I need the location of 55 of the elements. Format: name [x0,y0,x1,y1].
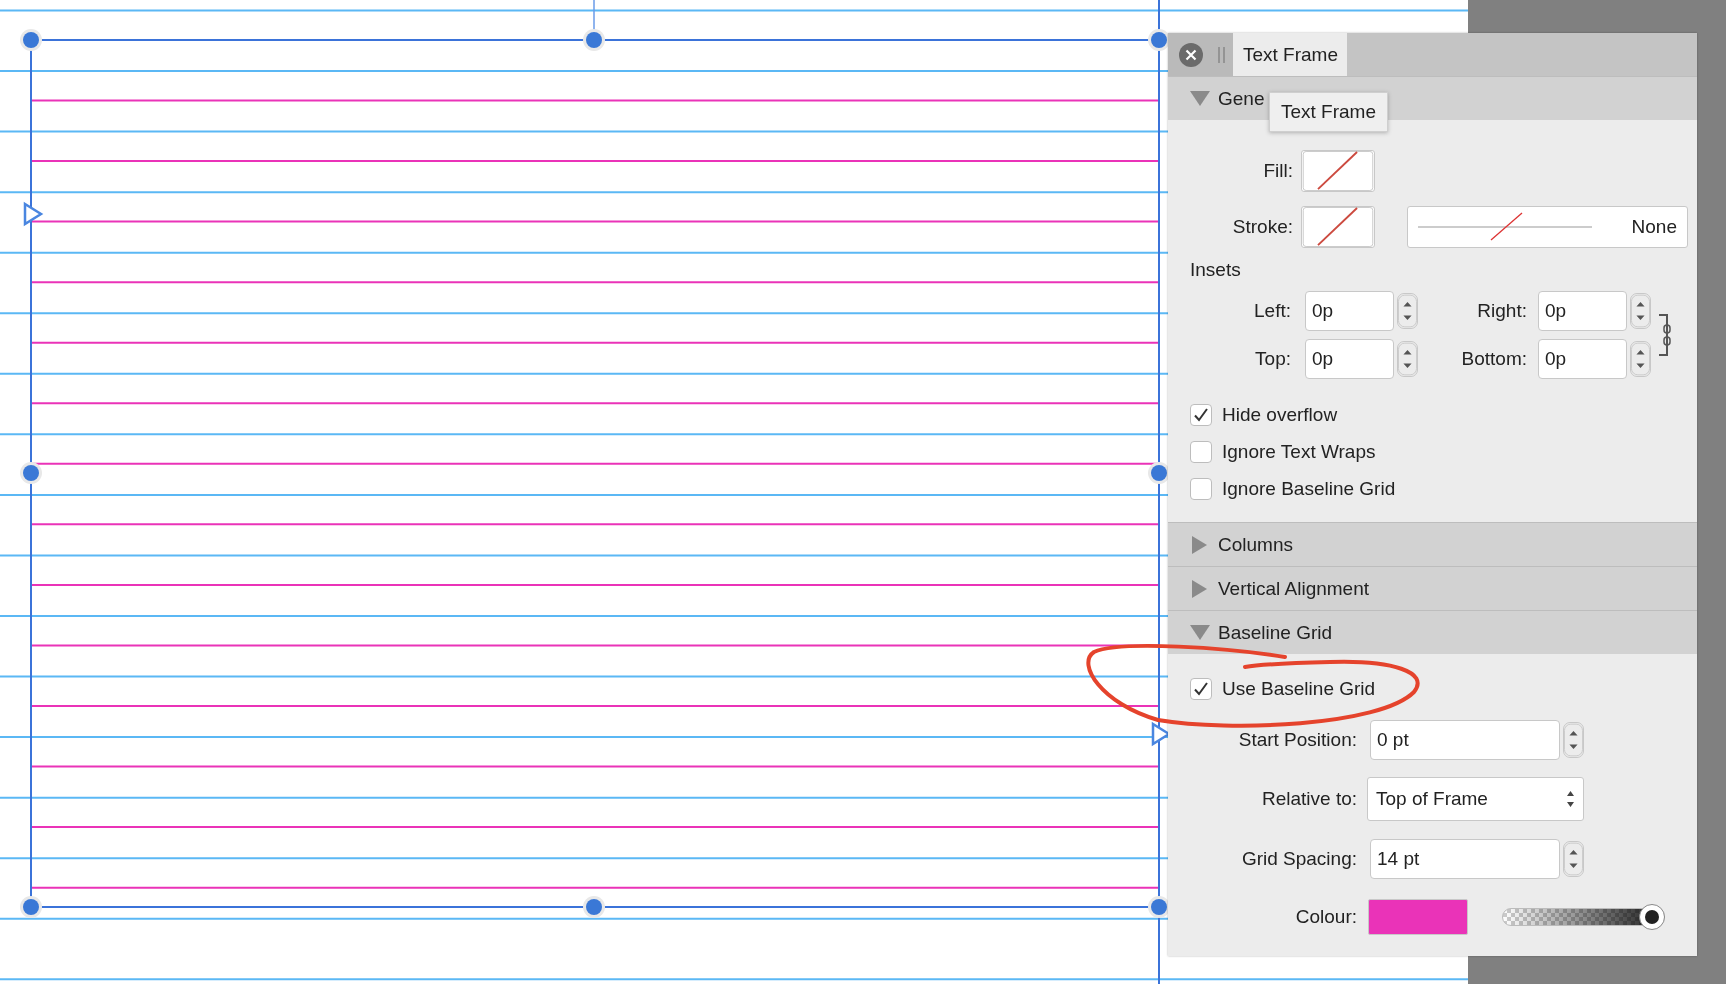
panel-tab[interactable]: Text Frame [1233,33,1348,76]
field-label: Top: [1254,347,1292,371]
colour-swatch[interactable] [1368,899,1468,935]
field-label: Stroke: [1231,216,1293,238]
none-swatch[interactable] [1301,206,1375,248]
tooltip: Text Frame [1269,92,1389,132]
caret-down-icon[interactable] [1190,91,1210,106]
selection-handle[interactable] [20,896,42,918]
none-swatch[interactable] [1301,150,1375,192]
selection-handle[interactable] [20,462,42,484]
checkbox-label[interactable]: Ignore Baseline Grid [1222,478,1396,500]
section-header[interactable]: Columns [1168,522,1697,566]
input-field[interactable]: 0p [1305,339,1394,379]
checkbox[interactable] [1190,441,1212,463]
field-label: Colour: [1294,906,1357,928]
checkbox[interactable] [1190,678,1212,700]
field-label: Left: [1253,299,1292,323]
selection-handle[interactable] [583,29,605,51]
field-label: Right: [1476,299,1528,323]
checkbox[interactable] [1190,404,1212,426]
stepper-button[interactable] [1563,722,1584,758]
section-header[interactable]: Vertical Alignment [1168,566,1697,610]
field-label: Relative to: [1260,788,1357,810]
stepper-button[interactable] [1397,293,1418,329]
close-icon[interactable] [1178,41,1204,68]
stroke-style-dropdown[interactable]: None [1407,206,1688,248]
input-field[interactable]: 0 pt [1370,720,1560,760]
group-heading: Insets [1189,258,1242,282]
dropdown[interactable]: Top of Frame [1367,777,1584,821]
stepper-button[interactable] [1630,293,1651,329]
field-label: Grid Spacing: [1240,848,1357,870]
checkbox-label[interactable]: Use Baseline Grid [1222,678,1376,700]
field-label: Start Position: [1237,729,1357,751]
checkbox-label[interactable]: Hide overflow [1222,404,1338,426]
input-field[interactable]: 0p [1538,339,1627,379]
input-field[interactable]: 0p [1305,291,1394,331]
selection-handle[interactable] [20,29,42,51]
caret-down-icon[interactable] [1190,625,1210,640]
slider-thumb[interactable] [1639,904,1665,930]
opacity-slider[interactable] [1502,904,1665,930]
input-field[interactable]: 0p [1538,291,1627,331]
updown-arrows-icon [1566,789,1575,809]
stepper-button[interactable] [1630,341,1651,377]
field-label: Fill: [1262,160,1293,182]
checkbox-label[interactable]: Ignore Text Wraps [1222,441,1376,463]
selection-handle[interactable] [583,896,605,918]
stepper-button[interactable] [1563,841,1584,877]
grip-icon[interactable] [1218,46,1225,63]
triangle-marker-icon[interactable] [23,201,44,227]
input-field[interactable]: 14 pt [1370,839,1560,879]
section-header[interactable]: Baseline Grid [1168,610,1697,654]
selection-handle[interactable] [1148,29,1170,51]
stepper-button[interactable] [1397,341,1418,377]
checkbox[interactable] [1190,478,1212,500]
field-label: Bottom: [1460,347,1528,371]
